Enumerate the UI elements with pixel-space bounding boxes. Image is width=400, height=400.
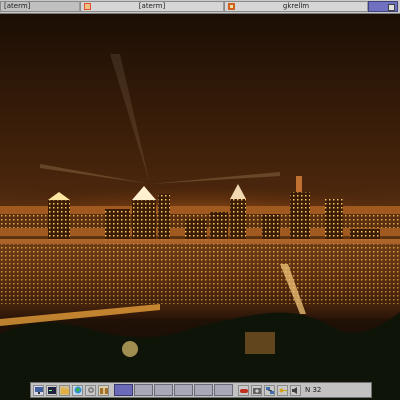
terminal-icon[interactable] [46, 384, 57, 396]
city-skyline-image [0, 54, 400, 400]
clock-readout: N 32 [305, 386, 322, 394]
desktop-wallpaper [0, 14, 400, 400]
gear-icon[interactable] [85, 384, 96, 396]
taskbar: [aterm] [aterm] gkrellm [0, 0, 400, 14]
speaker-icon[interactable] [290, 384, 301, 396]
folder-icon[interactable] [59, 384, 70, 396]
task-label: [aterm] [4, 2, 31, 10]
camera-icon[interactable] [251, 384, 262, 396]
desktop-3[interactable] [154, 384, 173, 396]
desktop-6[interactable] [214, 384, 233, 396]
key-icon[interactable] [277, 384, 288, 396]
desktop-2[interactable] [134, 384, 153, 396]
task-label: gkrellm [282, 2, 310, 10]
gamepad-icon[interactable] [238, 384, 249, 396]
task-label: [aterm] [138, 2, 166, 10]
desktop-1[interactable] [114, 384, 133, 396]
task-aterm-1[interactable]: [aterm] [0, 1, 80, 12]
monitor-icon[interactable] [33, 384, 44, 396]
task-aterm-2[interactable]: [aterm] [80, 1, 224, 12]
terminal-icon [84, 3, 91, 10]
desktop-4[interactable] [174, 384, 193, 396]
bottom-dock: N 32 [30, 382, 372, 398]
task-gkrellm[interactable]: gkrellm [224, 1, 368, 12]
pager-icon [388, 4, 395, 11]
gkrellm-icon [228, 3, 235, 10]
package-icon[interactable] [98, 384, 109, 396]
globe-icon[interactable] [72, 384, 83, 396]
desktop-pager [114, 384, 233, 396]
network-icon[interactable] [264, 384, 275, 396]
pager-button[interactable] [368, 1, 398, 12]
desktop-5[interactable] [194, 384, 213, 396]
